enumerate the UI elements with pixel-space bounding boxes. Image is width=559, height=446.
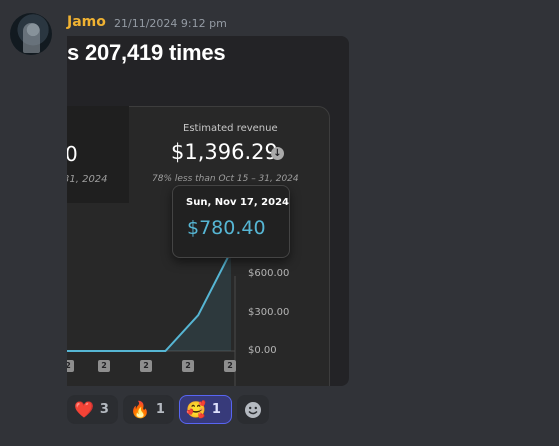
reaction-count: 3	[99, 402, 109, 417]
add-reaction-icon	[245, 401, 261, 418]
chart-tooltip: Sun, Nov 17, 2024 $780.40	[172, 185, 290, 258]
user-avatar[interactable]	[10, 13, 52, 55]
x-tick-label: 2	[224, 360, 236, 372]
fire-heart-reaction[interactable]: 🔥 1	[123, 395, 174, 424]
tooltip-date: Sun, Nov 17, 2024	[186, 197, 289, 208]
y-tick-label: $0.00	[248, 345, 277, 356]
heart-emoji-icon: ❤️	[74, 400, 94, 419]
left-metric-date: 31, 2024	[67, 174, 108, 185]
username[interactable]: Jamo	[67, 14, 106, 30]
reaction-count: 1	[155, 402, 165, 417]
y-tick-label: $300.00	[248, 306, 290, 318]
x-tick-label: 2	[67, 360, 74, 372]
embed-title: s 207,419 times	[67, 40, 226, 65]
revenue-chart: $600.00 $300.00 $0.00 2 2 2 2 2	[67, 236, 349, 386]
x-tick-label: 2	[98, 360, 110, 372]
avatar-figure	[23, 23, 40, 53]
left-metric-value: 0	[67, 142, 78, 166]
add-reaction-button[interactable]	[237, 395, 269, 424]
metric-value: $1,396.29	[171, 140, 278, 164]
y-tick-label: $600.00	[248, 268, 290, 280]
smiling-hearts-reaction[interactable]: 🥰 1	[179, 395, 232, 424]
fire-heart-emoji-icon: 🔥	[130, 400, 150, 419]
tooltip-value: $780.40	[187, 217, 266, 239]
reaction-count: 1	[211, 402, 221, 417]
smiling-hearts-emoji-icon: 🥰	[186, 400, 206, 419]
x-tick-label: 2	[182, 360, 194, 372]
arrow-down-circle-icon: ↓	[271, 147, 284, 160]
heart-reaction[interactable]: ❤️ 3	[67, 395, 118, 424]
metric-subtext: 78% less than Oct 15 – 31, 2024	[152, 174, 299, 184]
x-tick-label: 2	[140, 360, 152, 372]
metric-label: Estimated revenue	[183, 123, 278, 134]
embed-image[interactable]: s 207,419 times 0 31, 2024 Estimated rev…	[67, 36, 349, 386]
message-timestamp: 21/11/2024 9:12 pm	[114, 17, 227, 30]
